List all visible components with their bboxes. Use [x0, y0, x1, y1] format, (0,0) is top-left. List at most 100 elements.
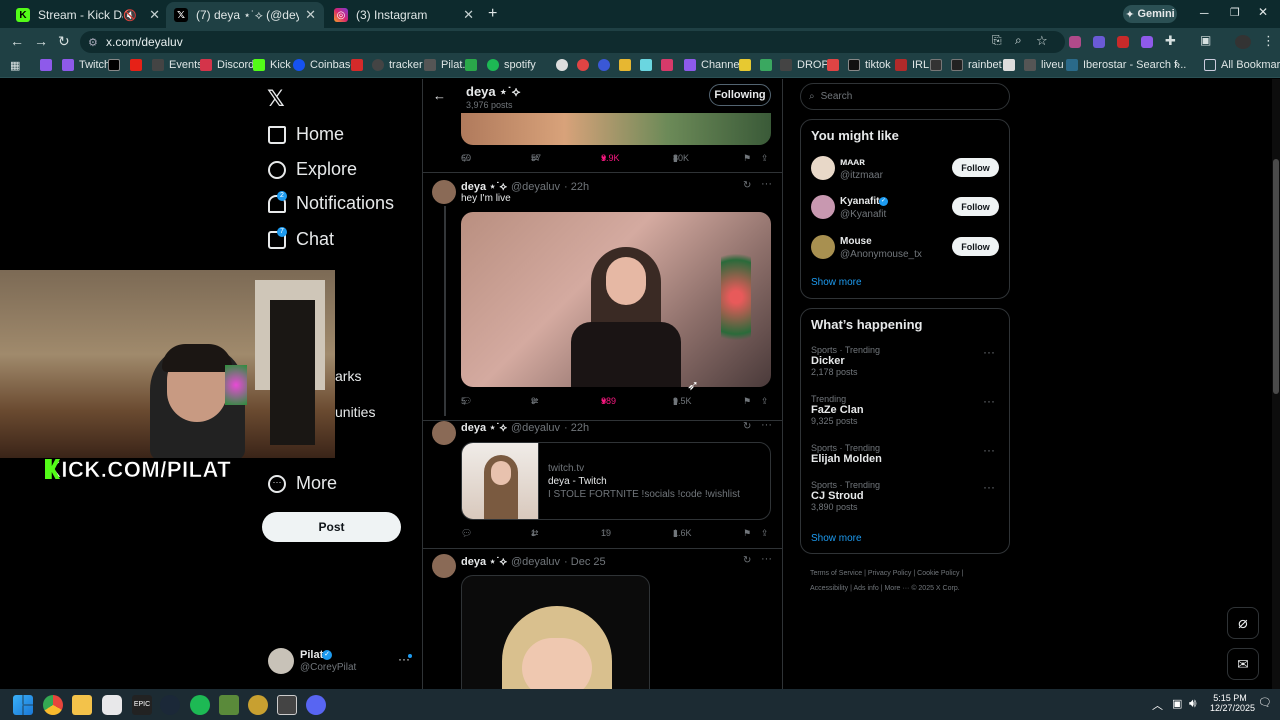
minecraft-icon[interactable]	[219, 695, 239, 715]
author-name[interactable]: deya ⋆˙⟡	[461, 421, 507, 435]
post-image[interactable]	[461, 575, 650, 689]
zoom-icon[interactable]: ⌕	[1015, 33, 1022, 48]
close-icon[interactable]: ✕	[149, 7, 160, 23]
site-info-icon[interactable]: ⚙	[88, 36, 98, 49]
sidebar-item-communities-partial[interactable]: unities	[335, 404, 375, 420]
gemini-button[interactable]: ✦ Gemini	[1123, 5, 1177, 23]
bookmark-liveu[interactable]: liveu	[1024, 59, 1064, 71]
footer-link[interactable]: Ads info	[853, 585, 878, 592]
bookmark-drop[interactable]: DROP	[780, 59, 829, 71]
menu-kebab-icon[interactable]: ⋮	[1262, 33, 1275, 49]
tab-x-profile[interactable]: 𝕏 (7) deya ⋆˙⟡ (@deyaluv) / X ✕	[166, 2, 324, 28]
search-input[interactable]: ⌕ Search	[800, 83, 1010, 110]
avatar[interactable]	[432, 421, 456, 445]
bookmark-spotify[interactable]: spotify	[487, 59, 536, 71]
bookmark-star-icon[interactable]: ☆	[1036, 33, 1048, 49]
minimize-icon[interactable]: ─	[1200, 6, 1209, 20]
extension-icon[interactable]	[1093, 36, 1105, 48]
app-icon[interactable]	[102, 695, 122, 715]
bookmark-icon-8[interactable]	[760, 59, 777, 71]
bookmark-x[interactable]	[108, 59, 125, 71]
trend-item[interactable]: Trending FaZe Clan 9,325 posts ···	[811, 394, 1001, 426]
install-app-icon[interactable]: ⎘	[992, 33, 1002, 48]
bookmark-icon-11[interactable]	[1003, 59, 1020, 71]
window-close-icon[interactable]: ✕	[1258, 5, 1268, 19]
bookmark-icon-3[interactable]	[598, 59, 615, 71]
sidebar-item-more[interactable]: ··· More	[268, 473, 337, 494]
bookmark-pilat[interactable]: Pilat.	[424, 59, 465, 71]
author-name[interactable]: deya ⋆˙⟡	[461, 180, 507, 194]
post-button[interactable]: Post	[262, 512, 401, 542]
bookmark-rainbet[interactable]: rainbet	[951, 59, 1002, 71]
bookmark-icon-10[interactable]	[930, 59, 947, 71]
app-icon[interactable]	[248, 695, 268, 715]
bookmark-events[interactable]: Events	[152, 59, 203, 71]
side-panel-icon[interactable]: ▣	[1200, 33, 1211, 47]
discord-icon[interactable]	[306, 695, 326, 715]
bookmark-tiktok[interactable]: tiktok	[848, 59, 891, 71]
windows-start-icon[interactable]	[13, 695, 33, 715]
bookmark-tracker[interactable]: tracker	[372, 59, 423, 71]
bookmark-discord[interactable]: Discord	[200, 59, 254, 71]
file-explorer-icon[interactable]	[72, 695, 92, 715]
sidebar-item-home[interactable]: Home	[268, 124, 344, 145]
bookmark-kick[interactable]: Kick	[253, 59, 291, 71]
bookmark-icon-9[interactable]	[827, 59, 844, 71]
twitch-extension-icon[interactable]	[1141, 36, 1153, 48]
trend-item[interactable]: Sports · Trending Dicker 2,178 posts ···	[811, 345, 1001, 377]
suggested-user[interactable]: Kyanafit ✓ @Kyanafit Follow	[811, 195, 1001, 223]
bookmark-youtube[interactable]	[130, 59, 147, 71]
volume-icon[interactable]: 🔊︎	[1189, 696, 1197, 711]
address-bar[interactable]: ⚙ x.com/deyaluv	[80, 31, 1065, 53]
back-arrow-icon[interactable]: ←	[433, 88, 446, 103]
author-handle[interactable]: @deyaluv	[511, 422, 560, 434]
grok-icon[interactable]: ↻	[743, 555, 751, 566]
trend-more-icon[interactable]: ···	[983, 394, 995, 408]
post-image[interactable]	[461, 113, 771, 145]
forward-icon[interactable]: →	[34, 33, 48, 49]
share-icon[interactable]: ⇪	[761, 396, 769, 407]
bookmark-icon-7[interactable]	[739, 59, 756, 71]
back-icon[interactable]: ←	[10, 33, 24, 49]
bookmark-icon-4[interactable]	[619, 59, 636, 71]
post-more-icon[interactable]: ···	[761, 553, 772, 565]
chrome-icon[interactable]	[43, 695, 63, 715]
post-time[interactable]: · 22h	[564, 181, 589, 193]
bookmark-icon[interactable]: ⚑	[743, 153, 751, 164]
adblock-icon[interactable]	[1117, 36, 1129, 48]
post-time[interactable]: · 22h	[564, 422, 589, 434]
post-image[interactable]	[461, 212, 771, 387]
profile-avatar[interactable]	[1235, 35, 1251, 49]
messages-button[interactable]: ✉	[1227, 648, 1259, 680]
bookmark-irl[interactable]: IRL	[895, 59, 929, 71]
close-icon[interactable]: ✕	[305, 7, 316, 23]
share-icon[interactable]: ⇪	[761, 528, 769, 539]
page-scrollbar[interactable]	[1272, 79, 1280, 689]
apps-grid-icon[interactable]: ▦	[10, 59, 20, 72]
footer-link[interactable]: Privacy Policy	[868, 570, 912, 577]
account-avatar[interactable]	[268, 648, 294, 674]
trend-item[interactable]: Sports · Trending CJ Stroud 3,890 posts …	[811, 480, 1001, 512]
steam-icon[interactable]	[160, 695, 180, 715]
follow-button[interactable]: Follow	[952, 197, 999, 216]
footer-link[interactable]: More ···	[884, 585, 909, 592]
all-bookmarks-button[interactable]: All Bookmarks	[1204, 59, 1280, 71]
restore-icon[interactable]: ❐	[1230, 6, 1240, 19]
bookmark-coinbase[interactable]: Coinbase	[293, 59, 356, 71]
spotify-icon[interactable]	[190, 695, 210, 715]
bookmark-unknown[interactable]	[351, 59, 368, 71]
new-tab-button[interactable]: +	[488, 5, 497, 23]
show-more-link[interactable]: Show more	[811, 533, 862, 544]
post-time[interactable]: · Dec 25	[564, 556, 606, 568]
tray-chevron-icon[interactable]: ︿	[1152, 697, 1163, 713]
grok-button[interactable]: ⌀	[1227, 607, 1259, 639]
trend-item[interactable]: Sports · Trending Elijah Molden ···	[811, 443, 1001, 465]
sidebar-item-bookmarks-partial[interactable]: arks	[335, 368, 361, 384]
extension-icon[interactable]	[1069, 36, 1081, 48]
avatar[interactable]	[432, 554, 456, 578]
sidebar-item-explore[interactable]: Explore	[268, 159, 357, 180]
mute-icon[interactable]: 🔇	[123, 9, 137, 22]
bookmark-icon-2[interactable]	[577, 59, 594, 71]
post-more-icon[interactable]: ···	[761, 419, 772, 431]
follow-button[interactable]: Follow	[952, 158, 999, 177]
